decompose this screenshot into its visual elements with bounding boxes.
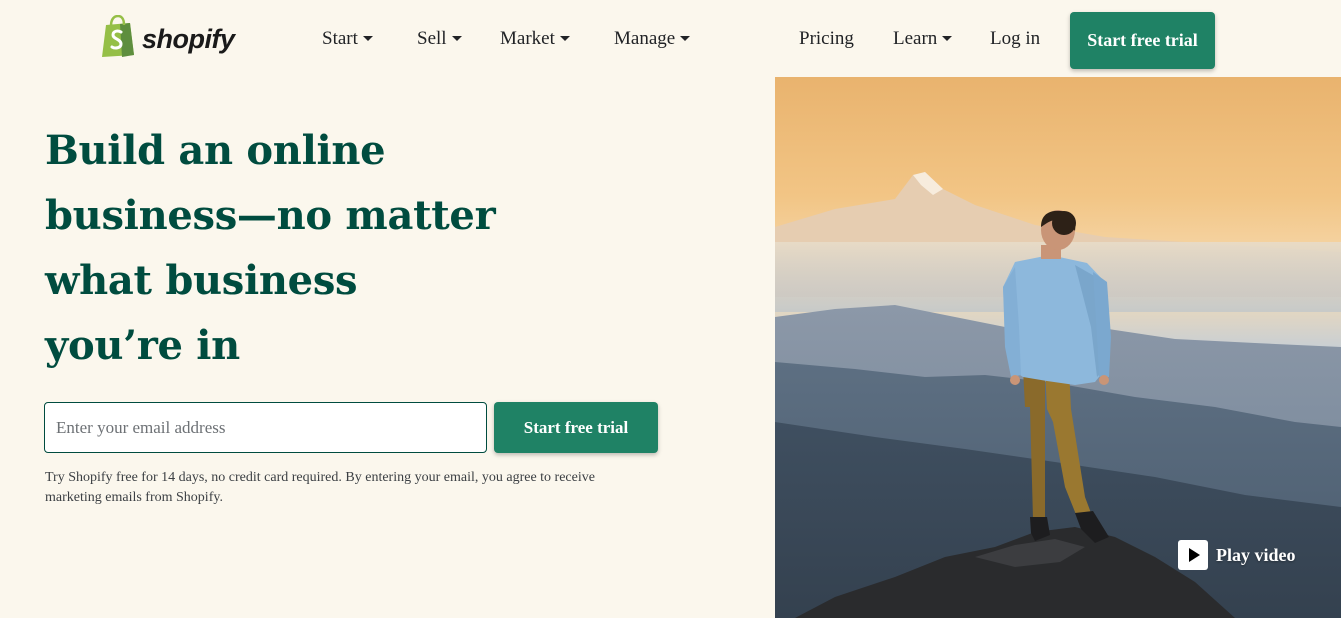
nav-login-label: Log in [990,28,1041,49]
shopping-bag-icon [102,15,134,57]
logo-wordmark: shopify [142,23,235,54]
caret-down-icon [362,35,373,41]
nav-market-label: Market [500,28,555,49]
hero-heading: Build an online business—no matter what … [45,127,496,369]
play-video-button[interactable]: Play video [1178,540,1296,570]
hero-image [775,77,1341,618]
caret-down-icon [680,35,691,41]
nav-learn[interactable]: Learn [893,28,953,50]
nav-login[interactable]: Log in [990,28,1040,50]
nav-manage-label: Manage [614,28,676,49]
header-start-trial-button[interactable]: Start free trial [1070,12,1215,69]
trial-disclaimer: Try Shopify free for 14 days, no credit … [45,470,595,505]
caret-down-icon [942,35,953,41]
nav-pricing-label: Pricing [799,28,854,49]
nav-start-label: Start [322,28,358,49]
nav-start[interactable]: Start [322,28,373,50]
nav-sell-label: Sell [417,28,447,49]
nav-learn-label: Learn [893,28,938,49]
caret-down-icon [451,35,462,41]
hero-start-trial-button[interactable]: Start free trial [494,402,658,453]
caret-down-icon [559,35,570,41]
nav-market[interactable]: Market [500,28,570,50]
shopify-logo[interactable]: shopify [100,15,235,57]
play-icon [1178,540,1208,570]
play-video-label: Play video [1216,544,1296,565]
nav-pricing[interactable]: Pricing [799,28,854,50]
nav-sell[interactable]: Sell [417,28,462,50]
nav-manage[interactable]: Manage [614,28,691,50]
email-input[interactable] [44,402,487,453]
